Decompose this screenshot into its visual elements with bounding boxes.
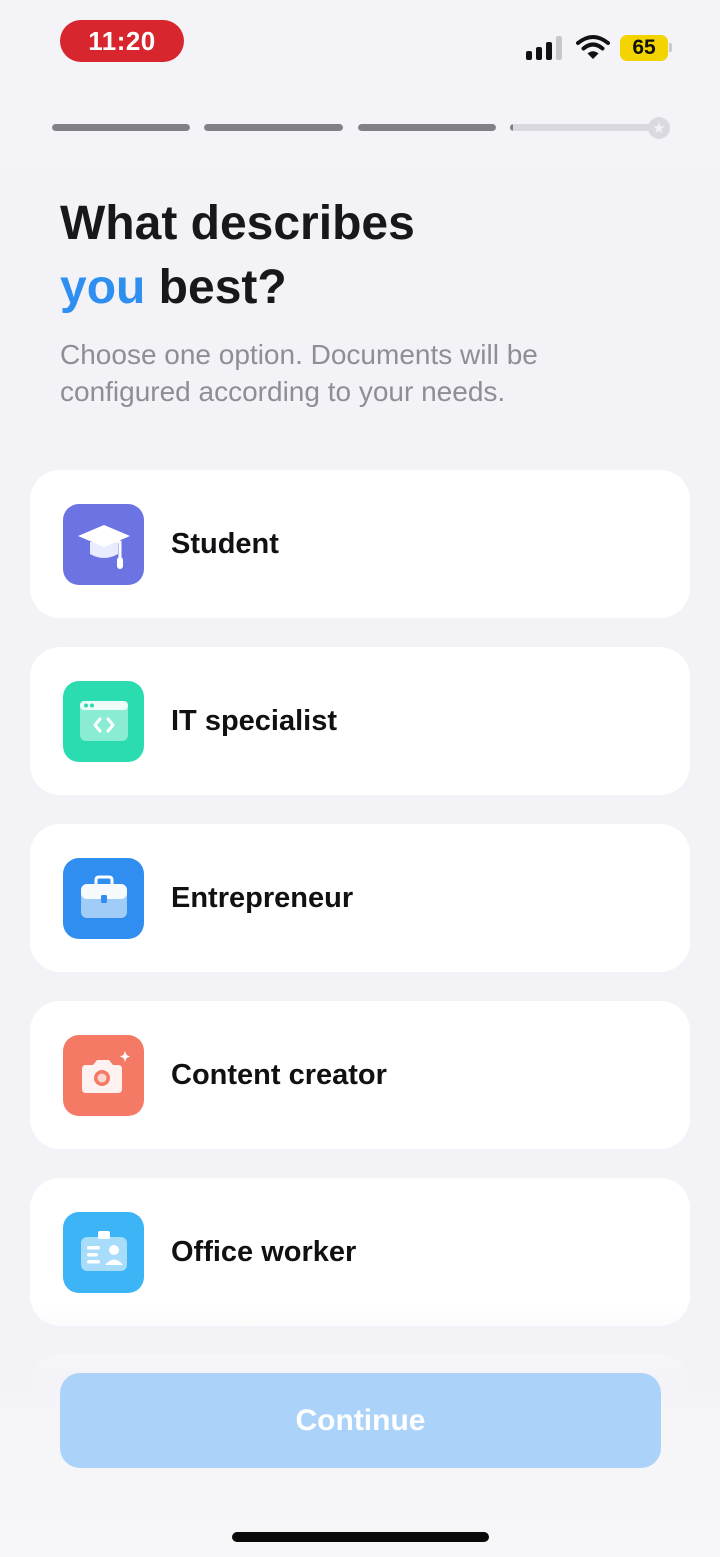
code-window-icon xyxy=(63,680,144,762)
option-student[interactable]: Student xyxy=(30,470,690,618)
progress-segment-2 xyxy=(204,124,343,131)
option-label: Office worker xyxy=(171,1235,357,1268)
page-title: What describes you best? xyxy=(60,192,680,320)
status-time: 11:20 xyxy=(60,20,184,62)
progress-fill-3 xyxy=(358,124,496,131)
progress-fill-1 xyxy=(52,124,190,131)
option-content-creator[interactable]: Content creator xyxy=(30,1001,690,1149)
status-bar: 11:20 65 xyxy=(0,0,720,90)
option-label: Student xyxy=(171,527,279,560)
progress-segment-4 xyxy=(510,124,660,131)
option-label: Content creator xyxy=(171,1058,387,1091)
option-label: IT specialist xyxy=(171,704,338,737)
cellular-signal-icon xyxy=(526,36,564,60)
progress-fill-2 xyxy=(204,124,343,131)
onboarding-screen: 11:20 65 ★ What describes you best? Choo… xyxy=(0,0,720,1557)
wifi-icon xyxy=(576,33,610,61)
page-subtitle: Choose one option. Documents will be con… xyxy=(60,339,538,407)
progress-segment-1 xyxy=(52,124,190,131)
progress-segment-3 xyxy=(358,124,496,131)
home-indicator xyxy=(232,1532,489,1542)
briefcase-icon xyxy=(63,857,144,939)
battery-indicator: 65 xyxy=(620,35,668,61)
battery-cap xyxy=(669,43,672,52)
option-entrepreneur[interactable]: Entrepreneur xyxy=(30,824,690,972)
camera-icon xyxy=(63,1034,144,1116)
option-it-specialist[interactable]: IT specialist xyxy=(30,647,690,795)
title-rest: best? xyxy=(145,261,287,314)
title-accent: you xyxy=(60,261,146,314)
star-icon: ★ xyxy=(648,117,670,139)
option-label: Entrepreneur xyxy=(171,881,354,914)
id-badge-icon xyxy=(63,1211,144,1293)
progress-fill-4 xyxy=(510,124,513,131)
continue-button[interactable]: Continue xyxy=(60,1373,661,1468)
onboarding-progress: ★ xyxy=(52,117,670,139)
title-line1: What describes xyxy=(60,197,415,250)
graduation-cap-icon xyxy=(63,503,144,585)
